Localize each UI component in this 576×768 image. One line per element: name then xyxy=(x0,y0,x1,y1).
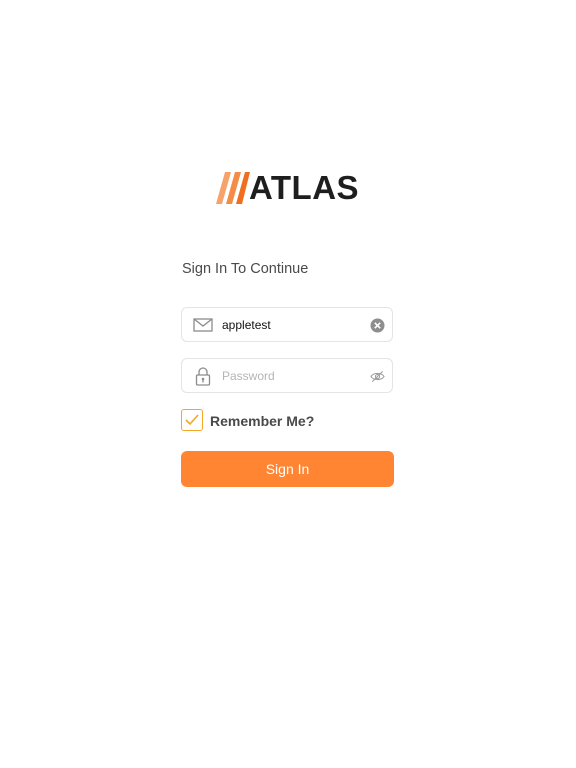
password-input[interactable] xyxy=(222,366,362,386)
remember-label: Remember Me? xyxy=(210,413,315,429)
password-field[interactable] xyxy=(181,358,393,393)
checkmark-icon xyxy=(185,414,199,426)
clear-icon[interactable] xyxy=(370,318,385,333)
logo-slashes-icon xyxy=(216,172,250,204)
app-logo: ATLAS xyxy=(216,170,362,206)
page-title: Sign In To Continue xyxy=(182,261,309,277)
logo-text: ATLAS xyxy=(249,169,360,206)
email-input[interactable] xyxy=(222,315,362,335)
mail-icon xyxy=(193,318,213,332)
eye-icon[interactable] xyxy=(370,369,385,384)
remember-checkbox[interactable] xyxy=(181,409,203,431)
sign-in-button[interactable]: Sign In xyxy=(181,451,394,487)
email-field[interactable] xyxy=(181,307,393,342)
lock-icon xyxy=(195,367,211,386)
